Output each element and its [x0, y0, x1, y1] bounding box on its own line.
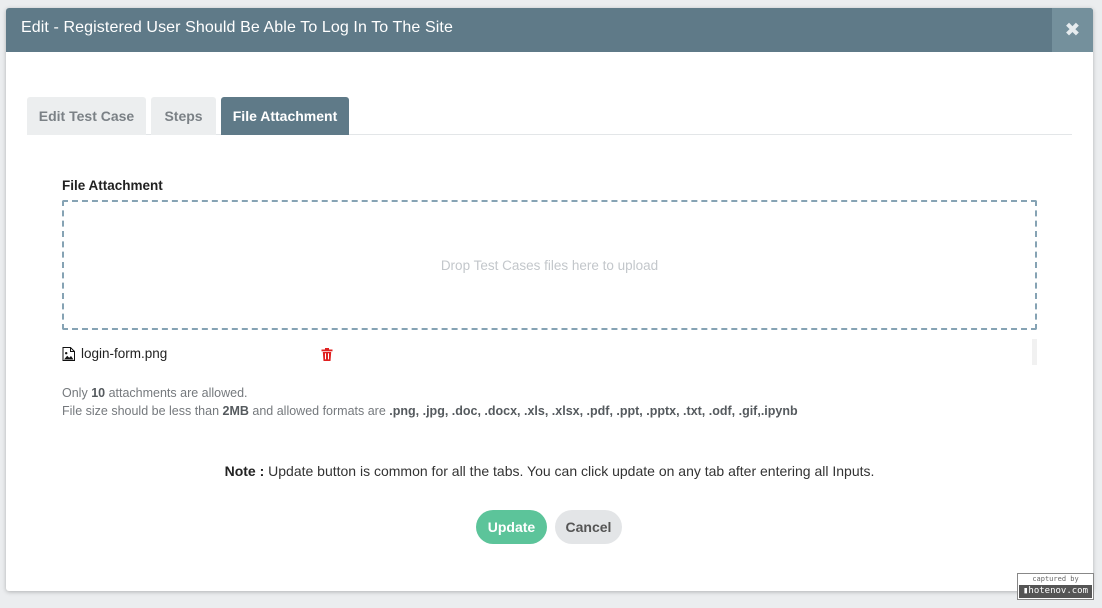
trash-icon[interactable] [321, 348, 333, 361]
tab-edit-test-case[interactable]: Edit Test Case [27, 97, 146, 135]
file-dropzone[interactable]: Drop Test Cases files here to upload [62, 200, 1037, 330]
attachment-list-scrollbar[interactable] [1032, 339, 1037, 365]
modal-title: Edit - Registered User Should Be Able To… [21, 19, 453, 36]
watermark-site: ▮hotenov.com [1019, 585, 1092, 598]
watermark-caption: captured by [1032, 575, 1079, 583]
watermark: captured by ▮hotenov.com [1017, 573, 1094, 600]
attachment-list-item: login-form.png [62, 339, 1037, 367]
tab-file-attachment[interactable]: File Attachment [221, 97, 349, 135]
tab-bar: Edit Test Case Steps File Attachment [27, 97, 1072, 135]
attachment-size-limit: File size should be less than 2MB and al… [62, 404, 798, 418]
edit-test-case-modal: Edit - Registered User Should Be Able To… [6, 8, 1093, 591]
file-attachment-label: File Attachment [62, 178, 163, 193]
modal-header: Edit - Registered User Should Be Able To… [6, 8, 1093, 52]
attachment-limits: Only 10 attachments are allowed. File si… [62, 384, 798, 420]
close-button[interactable]: ✖ [1052, 8, 1093, 52]
close-icon: ✖ [1064, 19, 1081, 41]
update-note: Note : Update button is common for all t… [6, 463, 1093, 479]
tab-steps[interactable]: Steps [151, 97, 216, 135]
attachment-count-limit: Only 10 attachments are allowed. [62, 386, 248, 400]
cancel-button[interactable]: Cancel [555, 510, 622, 544]
note-text: Update button is common for all the tabs… [264, 463, 875, 479]
update-button[interactable]: Update [476, 510, 547, 544]
dropzone-text: Drop Test Cases files here to upload [440, 257, 659, 273]
note-label: Note : [224, 463, 265, 479]
image-file-icon [62, 347, 75, 361]
attachment-file-name[interactable]: login-form.png [81, 346, 167, 361]
